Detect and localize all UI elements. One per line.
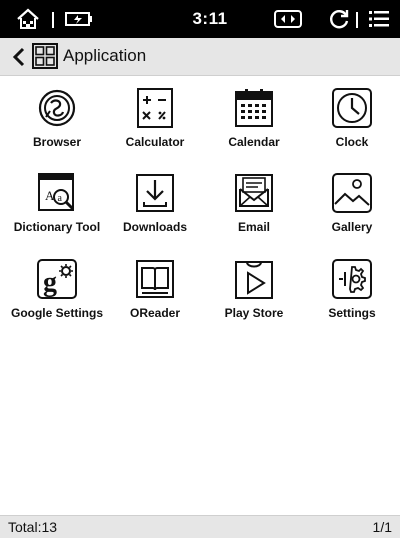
downloads-icon [134,172,176,214]
svg-text:g: g [43,267,57,298]
svg-text:a: a [58,193,63,204]
app-settings[interactable]: Settings [302,258,400,344]
calendar-icon [233,87,275,129]
page-title: Application [63,46,147,65]
app-oreader[interactable]: OReader [105,258,205,344]
sync-icon[interactable] [326,0,352,38]
status-bar: 3:11 [0,0,400,38]
settings-icon [331,258,373,300]
menu-icon[interactable] [366,0,392,38]
app-label: Settings [328,306,376,320]
app-clock[interactable]: Clock [302,87,400,173]
page-indicator: 1/1 [372,519,392,535]
play-store-icon [233,258,275,300]
refresh-mode-icon[interactable] [273,0,303,38]
google-settings-icon: g [36,258,78,300]
app-downloads[interactable]: Downloads [105,172,205,258]
app-calculator[interactable]: Calculator [105,87,205,173]
app-dictionary-tool[interactable]: A a Dictionary Tool [7,172,107,258]
total-count: Total:13 [8,519,58,535]
app-google-settings[interactable]: g Google Settings [7,258,107,344]
footer-bar: Total:13 1/1 [0,515,400,538]
app-header: Application [0,38,400,76]
app-gallery[interactable]: Gallery [302,172,400,258]
grid-view-icon[interactable] [32,43,58,69]
clock-time: 3:11 [192,9,228,28]
app-calendar[interactable]: Calendar [204,87,304,173]
home-icon[interactable] [14,0,42,38]
calculator-icon [134,87,176,129]
chevron-left-icon[interactable] [10,45,28,69]
app-play-store[interactable]: Play Store [204,258,304,344]
app-label: Clock [335,135,369,149]
status-separator [356,12,358,28]
app-browser[interactable]: Browser [7,87,107,173]
oreader-icon [134,258,176,300]
app-email[interactable]: Email [204,172,304,258]
browser-icon [36,87,78,129]
status-separator [52,12,54,28]
clock-icon [331,87,373,129]
gallery-icon [331,172,373,214]
dictionary-icon: A a [36,172,78,214]
battery-icon [64,0,94,38]
app-label: Gallery [331,220,373,234]
email-icon [233,172,275,214]
